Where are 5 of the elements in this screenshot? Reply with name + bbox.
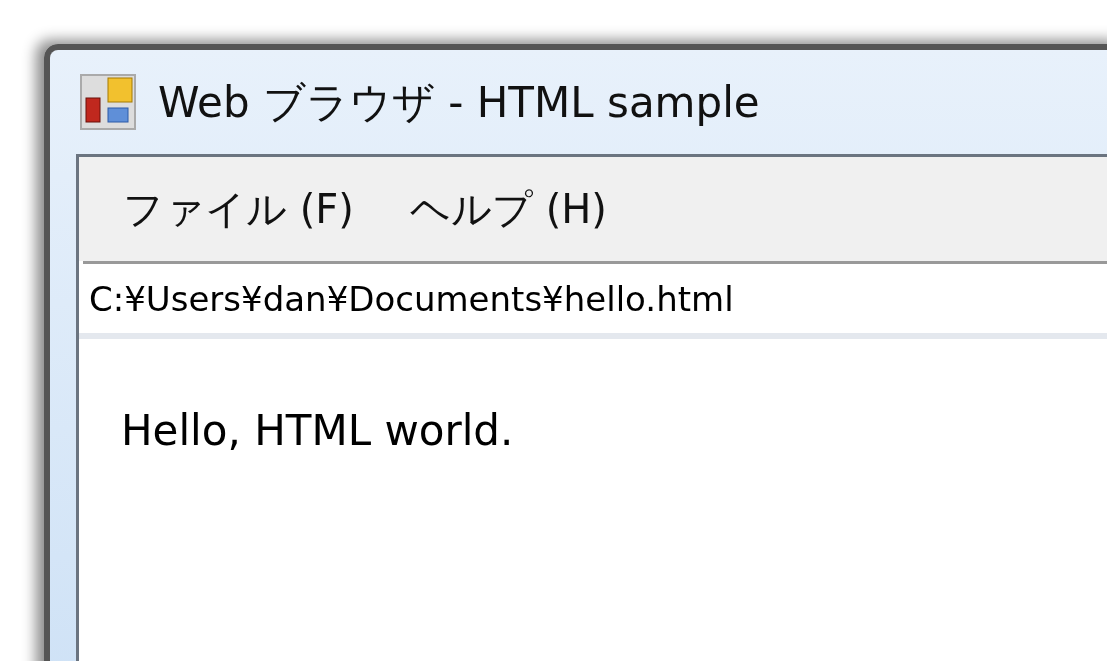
menu-item[interactable]: ファイル (F): [119, 179, 358, 239]
menu-item[interactable]: ヘルプ (H): [405, 179, 611, 239]
window-title: Web ブラウザ - HTML sample: [158, 76, 760, 129]
page-text: Hello, HTML world.: [121, 405, 515, 457]
app-icon: [80, 74, 136, 130]
